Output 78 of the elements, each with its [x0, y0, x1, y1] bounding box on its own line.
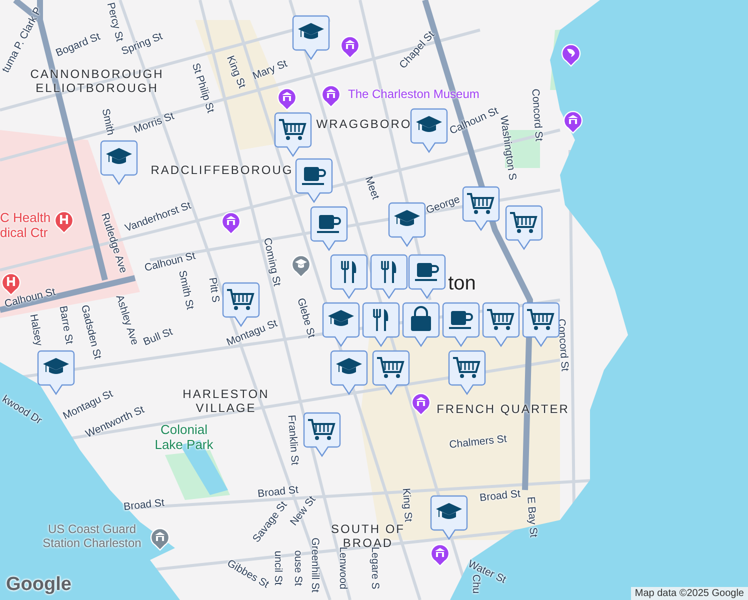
- cafe-marker-icon[interactable]: [295, 158, 333, 204]
- street-label: Mary St: [250, 58, 290, 82]
- street-label: Lenwood: [337, 546, 349, 590]
- cart-marker-icon[interactable]: [372, 350, 410, 396]
- restaurant-marker-icon[interactable]: [330, 254, 368, 300]
- neighborhood-label: CANNONBOROUGH ELLIOTBOROUGH: [30, 68, 164, 96]
- school-marker-icon[interactable]: [100, 140, 138, 186]
- street-label: Franklin St: [285, 414, 301, 466]
- school-marker-icon[interactable]: [37, 350, 75, 396]
- museum-pin-icon[interactable]: [411, 392, 431, 416]
- neighborhood-label: FRENCH QUARTER: [436, 403, 570, 417]
- bag-marker-icon[interactable]: [402, 302, 440, 348]
- street-label: Ashley Ave: [113, 294, 141, 346]
- street-label: uncil St: [272, 550, 284, 586]
- street-label: King St: [400, 488, 414, 522]
- street-label: Meet: [362, 174, 382, 202]
- cart-marker-icon[interactable]: [505, 205, 543, 251]
- cafe-marker-icon[interactable]: [408, 254, 446, 300]
- museum-pin-icon[interactable]: [321, 84, 341, 108]
- cart-marker-icon[interactable]: [274, 112, 312, 158]
- street-label: E Bay St: [524, 496, 540, 538]
- street-label: Broad St: [479, 488, 521, 504]
- cart-marker-icon[interactable]: [448, 350, 486, 396]
- street-label: Greenhill St: [309, 538, 321, 592]
- hospital-pin-icon[interactable]: [54, 210, 74, 234]
- place-label: C Health dical Ctr: [0, 211, 51, 241]
- cafe-marker-icon[interactable]: [310, 206, 348, 252]
- school-marker-icon[interactable]: [430, 495, 468, 541]
- school-pin-icon[interactable]: [291, 254, 311, 278]
- street-label: Washington S: [498, 115, 518, 181]
- street-label: Concord St: [529, 88, 545, 142]
- street-label: Halsey: [27, 313, 45, 347]
- school-marker-icon[interactable]: [330, 350, 368, 396]
- street-label: Percy St: [104, 1, 126, 43]
- museum-pin-icon[interactable]: [340, 35, 360, 59]
- cart-marker-icon[interactable]: [482, 302, 520, 348]
- street-label: Chu: [470, 574, 482, 594]
- museum-pin-icon[interactable]: [430, 543, 450, 567]
- street-label: Smith: [99, 108, 117, 136]
- street-label: ouse St: [292, 550, 304, 586]
- aquarium-pin-icon[interactable]: [561, 43, 581, 67]
- street-label: Broad St: [123, 496, 165, 514]
- neighborhood-label: WRAGGBORO: [316, 118, 412, 132]
- street-label: Pitt S: [206, 276, 222, 304]
- map-logo: Google: [6, 574, 72, 596]
- street-label: Bull St: [142, 326, 174, 348]
- museum-pin-icon[interactable]: [221, 211, 241, 235]
- street-label: Glebe St: [294, 296, 318, 340]
- school-marker-icon[interactable]: [410, 108, 448, 154]
- street-label: Chalmers St: [448, 433, 508, 451]
- street-label: Coming St: [261, 236, 283, 288]
- city-label: ton: [448, 272, 476, 296]
- street-label: Legare S: [369, 546, 381, 590]
- street-label: George: [424, 193, 462, 217]
- map-attribution: Map data ©2025 Google: [630, 587, 748, 600]
- street-label: King St: [224, 54, 248, 90]
- street-label: Barre St: [56, 305, 76, 345]
- museum-pin-icon[interactable]: [563, 110, 583, 134]
- school-marker-icon[interactable]: [388, 202, 426, 248]
- place-label: US Coast Guard Station Charleston: [42, 523, 142, 551]
- cart-marker-icon[interactable]: [303, 412, 341, 458]
- school-marker-icon[interactable]: [322, 302, 360, 348]
- street-label: Morris St: [132, 110, 176, 136]
- neighborhood-label: RADCLIFFEBOROUG: [150, 164, 294, 178]
- street-label: Broad St: [257, 484, 299, 500]
- school-marker-icon[interactable]: [292, 15, 330, 61]
- cafe-marker-icon[interactable]: [442, 302, 480, 348]
- restaurant-marker-icon[interactable]: [362, 302, 400, 348]
- neighborhood-label: HARLESTON VILLAGE: [182, 388, 270, 416]
- street-label: Gadsden St: [78, 304, 104, 360]
- street-label: Smith St: [176, 269, 196, 311]
- restaurant-marker-icon[interactable]: [370, 254, 408, 300]
- street-label: St Philip St: [189, 62, 217, 114]
- street-label: Calhoun St: [3, 286, 57, 310]
- civic-pin-icon[interactable]: [150, 527, 170, 551]
- museum-pin-icon[interactable]: [277, 87, 297, 111]
- cart-marker-icon[interactable]: [462, 186, 500, 232]
- cart-marker-icon[interactable]: [522, 302, 560, 348]
